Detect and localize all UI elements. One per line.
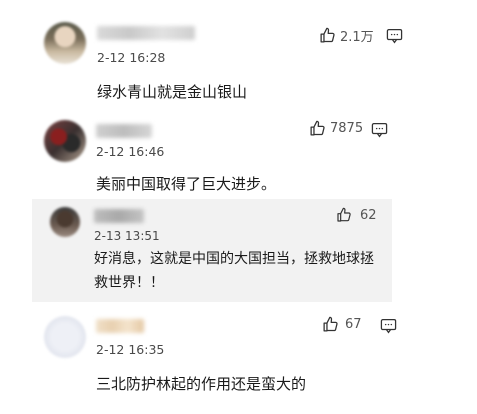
like-button[interactable]: 62 (336, 207, 377, 223)
username[interactable] (97, 26, 195, 40)
comment-1: 2-12 16:28 2.1万 绿水青山就是金山银山 (0, 0, 477, 112)
comment-reply-icon[interactable] (386, 28, 403, 44)
comment-2: 2-12 16:46 7875 美丽中国取得了巨大进步。 (0, 112, 477, 198)
like-count: 7875 (330, 121, 364, 136)
like-button[interactable]: 67 (322, 316, 362, 333)
avatar[interactable] (44, 22, 86, 64)
username[interactable] (96, 319, 144, 333)
like-count: 62 (360, 207, 377, 223)
comment-reply-icon[interactable] (380, 318, 397, 334)
like-count: 67 (345, 317, 362, 332)
thumbs-up-icon (323, 316, 338, 332)
thumbs-up-icon (310, 120, 325, 136)
comment-text-line-1: 好消息，这就是中国的大国担当，拯救地球拯 (94, 251, 374, 267)
comment-text: 绿水青山就是金山银山 (97, 83, 248, 101)
comment-reply-icon[interactable] (371, 122, 388, 138)
like-button[interactable]: 7875 (309, 120, 363, 137)
thumbs-up-icon (337, 207, 351, 222)
avatar[interactable] (44, 120, 86, 162)
avatar[interactable] (44, 316, 86, 358)
username[interactable] (94, 209, 144, 223)
username[interactable] (96, 124, 152, 138)
comment-3: 2-13 13:51 62 好消息，这就是中国的大国担当，拯救地球拯 救世界！！ (0, 199, 477, 302)
comment-text: 三北防护林起的作用还是蛮大的 (96, 375, 307, 393)
like-count: 2.1万 (340, 30, 374, 45)
avatar[interactable] (50, 207, 80, 237)
comment-time: 2-12 16:46 (96, 144, 165, 159)
like-button[interactable]: 2.1万 (319, 26, 374, 45)
comment-4: 2-12 16:35 67 三北防护林起的作用还是蛮大的 (0, 302, 477, 414)
comment-text-line-2: 救世界！！ (94, 275, 164, 291)
comment-time: 2-13 13:51 (94, 229, 160, 243)
thumbs-up-icon (320, 27, 335, 43)
comment-time: 2-12 16:35 (96, 342, 165, 357)
comment-text: 美丽中国取得了巨大进步。 (96, 175, 277, 193)
comment-time: 2-12 16:28 (97, 50, 166, 65)
